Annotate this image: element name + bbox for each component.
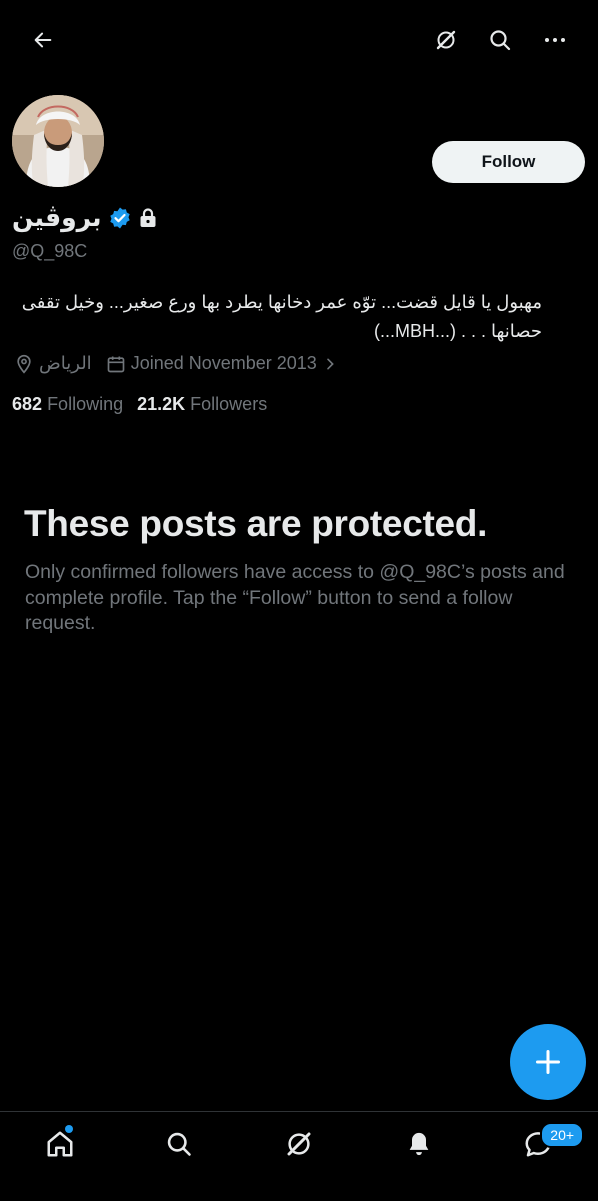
followers-stat[interactable]: 21.2K Followers: [137, 394, 267, 415]
home-icon: [47, 1131, 73, 1157]
home-unread-dot: [64, 1125, 73, 1133]
profile-meta: الرياض Joined November 2013: [14, 353, 338, 374]
name-row: بروڤين: [12, 203, 158, 233]
bottom-nav: 20+: [0, 1111, 598, 1201]
followers-count: 21.2K: [137, 394, 186, 414]
nav-messages[interactable]: 20+: [508, 1112, 585, 1176]
followers-label: Followers: [190, 394, 268, 414]
following-stat[interactable]: 682 Following: [12, 394, 123, 415]
search-icon: [168, 1132, 192, 1156]
follow-button[interactable]: Follow: [432, 141, 585, 183]
search-icon: [490, 30, 511, 51]
profile-handle: @Q_98C: [12, 241, 88, 261]
verified-badge-icon: [109, 207, 130, 229]
more-horizontal-icon: [545, 38, 565, 42]
compose-button[interactable]: [510, 1024, 586, 1100]
follow-button-label: Follow: [481, 152, 536, 171]
search-button[interactable]: [478, 18, 522, 62]
chevron-right-icon: [327, 358, 334, 369]
display-name: بروڤين: [12, 204, 102, 232]
following-label: Following: [47, 394, 124, 414]
following-count: 682: [12, 394, 43, 414]
plus-icon: [535, 1049, 561, 1075]
joined-text: Joined November 2013: [130, 353, 317, 373]
avatar[interactable]: [12, 95, 104, 187]
location-pin-icon: [17, 354, 31, 374]
back-button[interactable]: [21, 18, 65, 62]
profile-stats: 682 Following 21.2K Followers: [12, 394, 267, 415]
lock-icon: [140, 208, 156, 227]
nav-notifications[interactable]: [389, 1112, 449, 1176]
notifications-icon: [409, 1132, 428, 1156]
profile-bio: مهبول يا قايل قضت... توّه عمر دخانها يطر…: [21, 292, 542, 341]
nav-grok[interactable]: [269, 1112, 329, 1176]
more-button[interactable]: [533, 18, 577, 62]
messages-badge: 20+: [540, 1122, 585, 1148]
grok-button[interactable]: [424, 18, 468, 62]
location-item: الرياض: [14, 353, 92, 374]
arrow-left-icon: [34, 32, 52, 48]
protected-description: Only confirmed followers have access to …: [25, 561, 565, 634]
joined-item[interactable]: Joined November 2013: [106, 353, 338, 374]
nav-home[interactable]: [30, 1112, 90, 1176]
grok-icon: [287, 1132, 311, 1156]
nav-search[interactable]: [149, 1112, 209, 1176]
calendar-icon: [107, 356, 125, 372]
grok-icon: [436, 30, 456, 50]
protected-title: These posts are protected.: [24, 503, 488, 544]
location-text: الرياض: [39, 353, 92, 373]
